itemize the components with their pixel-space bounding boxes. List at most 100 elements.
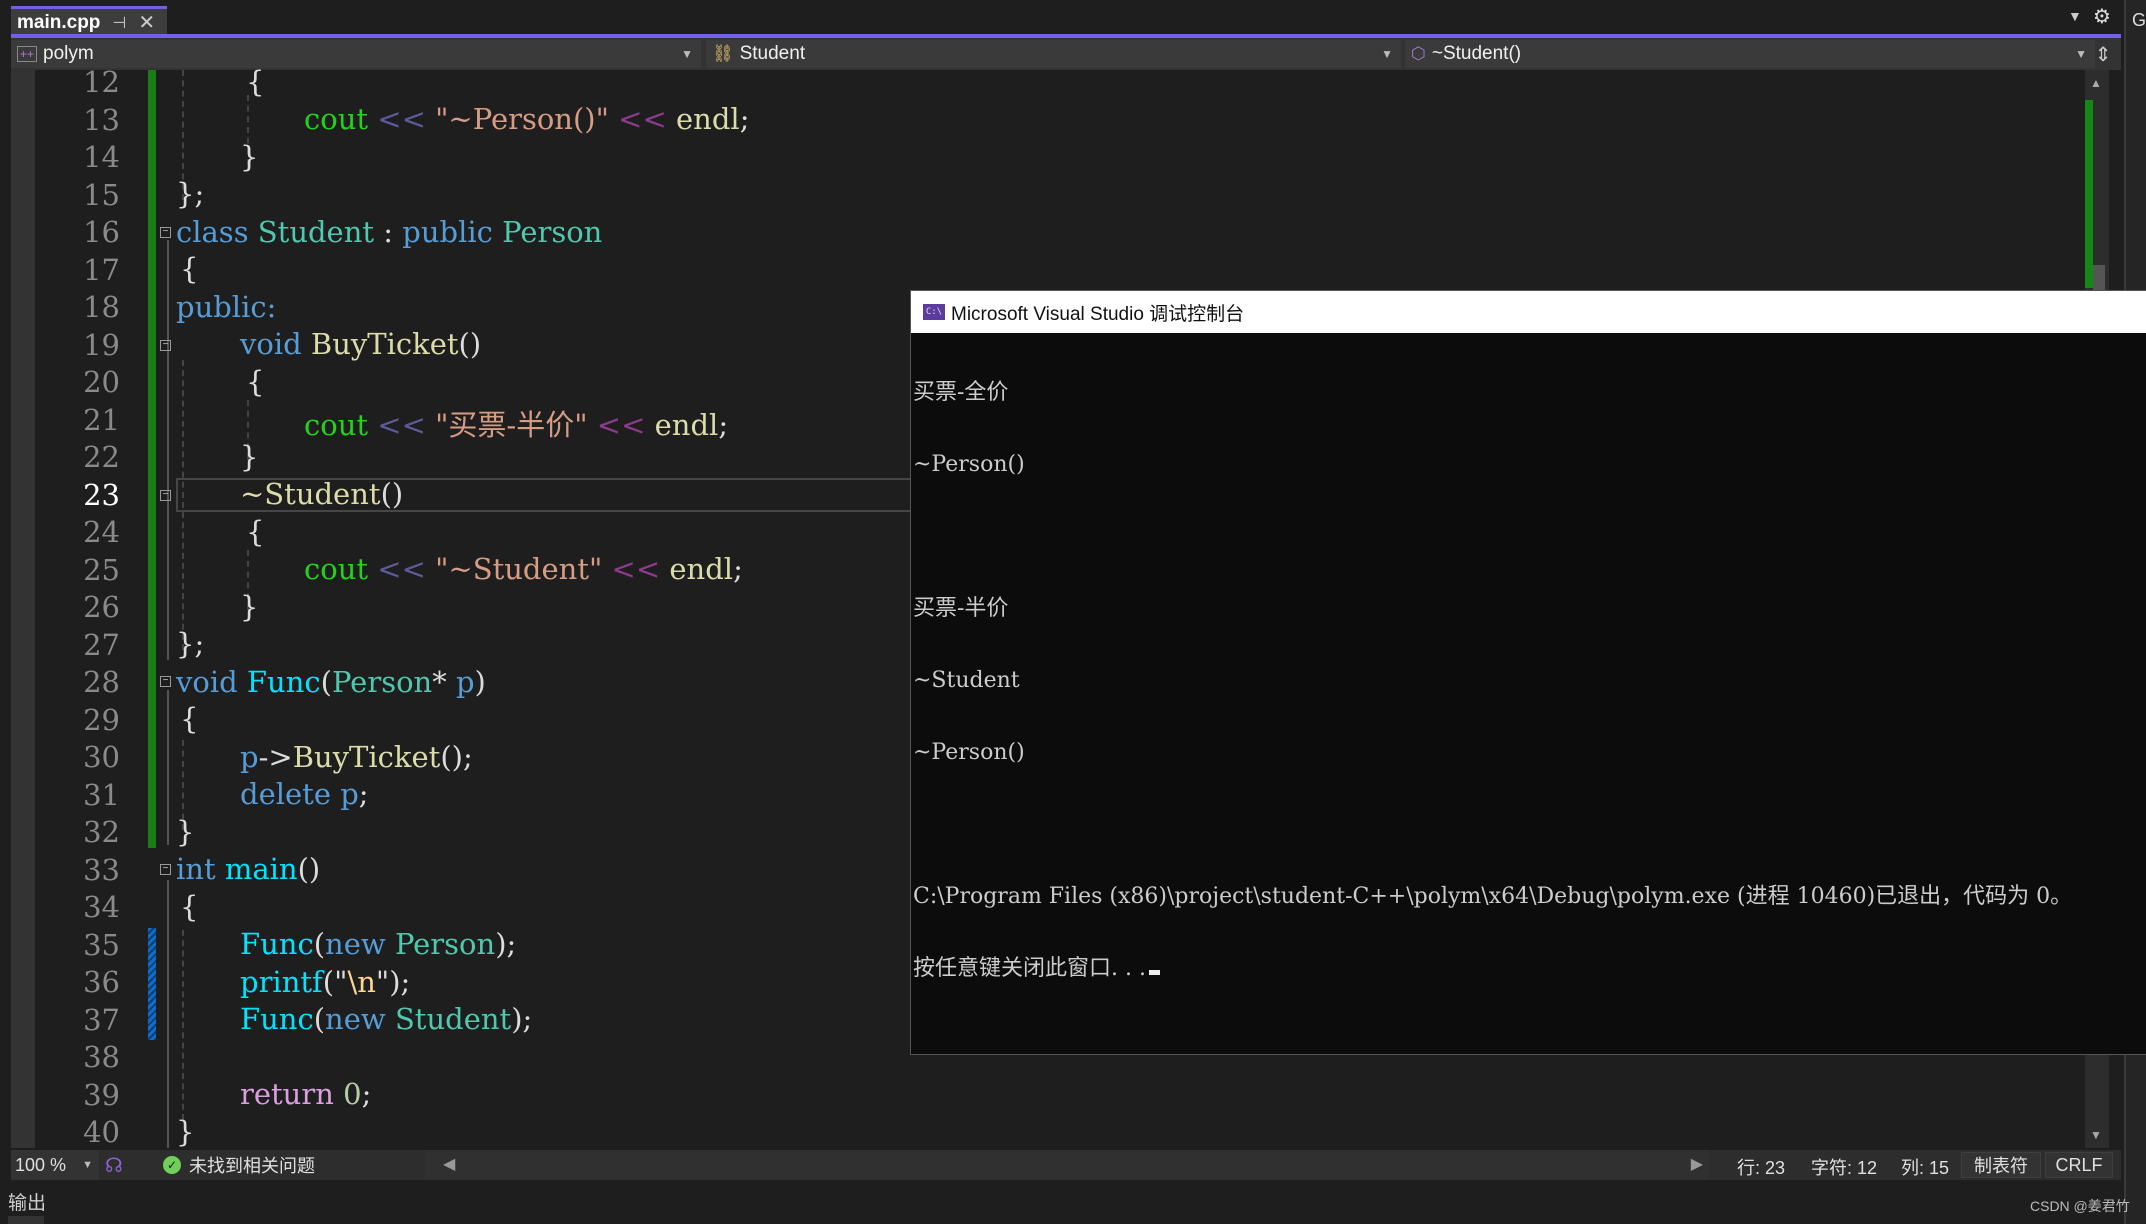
line-number: 13 <box>83 102 120 137</box>
changed-lines-bar <box>148 70 156 848</box>
member-dropdown[interactable]: ⬡ ~Student() ▼ <box>1405 40 2095 68</box>
tab-main-cpp[interactable]: main.cpp ⊣ ✕ <box>11 6 167 36</box>
line-ending-button[interactable]: CRLF <box>2045 1152 2113 1178</box>
line-number: 39 <box>83 1077 120 1112</box>
intellicode-icon[interactable]: ☊ <box>105 1153 123 1178</box>
code-line-23: ~Student() <box>240 477 404 511</box>
code-line-20: { <box>246 365 265 399</box>
console-app-icon: C:\ <box>923 304 945 320</box>
collapse-icon[interactable]: − <box>160 340 171 351</box>
indent-mode-label: 制表符 <box>1974 1156 2028 1176</box>
line-number: 22 <box>83 440 120 474</box>
horizontal-scrollbar[interactable]: ◀ ▶ <box>425 1150 1709 1180</box>
console-line-prompt: 按任意键关闭此窗口. . . <box>913 957 2146 981</box>
indent-guide <box>182 360 184 650</box>
pin-icon[interactable]: ⊣ <box>112 13 126 33</box>
output-panel-tab[interactable]: 输出 <box>8 1188 46 1215</box>
output-panel-toolbar <box>8 1216 44 1224</box>
zoom-dropdown[interactable]: 100 % ▼ <box>11 1150 99 1180</box>
line-number: 17 <box>83 252 120 287</box>
code-line-35: Func(new Person); <box>240 927 517 961</box>
line-number: 16 <box>83 215 120 249</box>
console-title: Microsoft Visual Studio 调试控制台 <box>951 303 1245 325</box>
console-prompt-text: 按任意键关闭此窗口. . . <box>913 956 1146 981</box>
chevron-down-icon: ▼ <box>1381 47 1393 61</box>
code-line-27: }; <box>176 627 205 661</box>
scope-dropdown[interactable]: ⛓ Student ▼ <box>706 40 1401 68</box>
indent-mode-button[interactable]: 制表符 <box>1961 1152 2041 1178</box>
split-editor-icon[interactable]: ⇕ <box>2088 40 2118 70</box>
project-dropdown[interactable]: ++ polym ▼ <box>11 40 701 68</box>
fold-guide <box>167 880 169 1148</box>
line-number: 35 <box>83 927 120 962</box>
fold-guide <box>167 240 169 660</box>
code-line-22: } <box>240 440 259 474</box>
code-line-24: { <box>246 515 265 549</box>
collapse-icon[interactable]: − <box>160 490 171 501</box>
line-number: 27 <box>83 627 120 662</box>
code-line-40: } <box>176 1115 195 1149</box>
collapse-icon[interactable]: − <box>160 227 171 238</box>
code-line-13: cout << "~Person()" << endl; <box>304 102 750 136</box>
scroll-right-icon[interactable]: ▶ <box>1691 1154 1703 1174</box>
scrollbar-thumb[interactable] <box>2093 265 2105 290</box>
fold-guide <box>167 690 169 845</box>
chevron-down-icon: ▼ <box>681 47 693 61</box>
zoom-level: 100 % <box>15 1154 67 1175</box>
text-cursor <box>1148 970 1160 975</box>
gear-icon[interactable]: ⚙ <box>2093 4 2111 29</box>
code-line-31: delete p; <box>240 777 369 811</box>
line-number: 12 <box>83 65 120 99</box>
debug-console-window[interactable]: C:\ Microsoft Visual Studio 调试控制台 买票-全价 … <box>910 290 2146 1055</box>
editor-margin <box>11 70 35 1148</box>
indent-guide <box>182 930 184 1120</box>
code-line-30: p->BuyTicket(); <box>240 740 473 774</box>
console-title-bar[interactable]: C:\ Microsoft Visual Studio 调试控制台 <box>911 291 2146 333</box>
code-line-34: { <box>180 890 199 924</box>
line-number: 18 <box>83 290 120 324</box>
line-number: 26 <box>83 590 120 624</box>
char-indicator[interactable]: 字符: 12 <box>1811 1154 1877 1180</box>
class-icon: ⛓ <box>712 44 734 63</box>
line-number: 34 <box>83 890 120 924</box>
collapse-icon[interactable]: − <box>160 676 171 687</box>
navigation-bar: ++ polym ▼ ⛓ Student ▼ ⬡ ~Student() ▼ <box>11 38 2121 70</box>
scroll-left-icon[interactable]: ◀ <box>443 1154 455 1174</box>
scroll-up-icon[interactable]: ▲ <box>2090 76 2102 90</box>
line-indicator[interactable]: 行: 23 <box>1737 1154 1785 1180</box>
code-line-37: Func(new Student); <box>240 1002 533 1036</box>
line-number: 38 <box>83 1040 120 1074</box>
check-circle-icon: ✓ <box>163 1156 181 1174</box>
code-line-12: { <box>246 65 265 99</box>
scroll-down-icon[interactable]: ▼ <box>2090 1128 2102 1142</box>
tab-list-dropdown-icon[interactable]: ▼ <box>2068 8 2082 24</box>
column-indicator[interactable]: 列: 15 <box>1901 1154 1949 1180</box>
code-line-18: public: <box>176 290 277 324</box>
code-line-17: { <box>180 252 199 286</box>
git-panel-title: Gi <box>2132 10 2146 30</box>
line-number: 36 <box>83 965 120 999</box>
console-line: 买票-半价 <box>913 596 1009 621</box>
close-icon[interactable]: ✕ <box>138 10 155 35</box>
saved-changes-bar <box>148 928 156 1040</box>
watermark: CSDN @姜君竹 <box>2030 1198 2130 1214</box>
collapse-icon[interactable]: − <box>160 864 171 875</box>
code-line-29: { <box>180 702 199 736</box>
method-cube-icon: ⬡ <box>1411 44 1426 63</box>
line-number: 29 <box>83 702 120 737</box>
issues-indicator[interactable]: ✓ 未找到相关问题 <box>163 1150 315 1180</box>
code-line-36: printf("\n"); <box>240 965 411 999</box>
chevron-down-icon: ▼ <box>82 1159 93 1171</box>
console-output[interactable]: 买票-全价 ~Person() 买票-半价 ~Student ~Person()… <box>911 333 2146 1054</box>
line-number: 28 <box>83 665 120 699</box>
line-number: 19 <box>83 327 120 362</box>
line-number: 23 <box>83 477 120 512</box>
line-number: 37 <box>83 1002 120 1037</box>
code-line-32: } <box>176 815 195 849</box>
console-line: ~Student <box>913 668 1020 693</box>
code-line-33: int main() <box>176 852 321 886</box>
tab-strip <box>0 0 2130 36</box>
code-line-19: void BuyTicket() <box>240 327 482 361</box>
code-line-16: class Student : public Person <box>176 215 603 249</box>
